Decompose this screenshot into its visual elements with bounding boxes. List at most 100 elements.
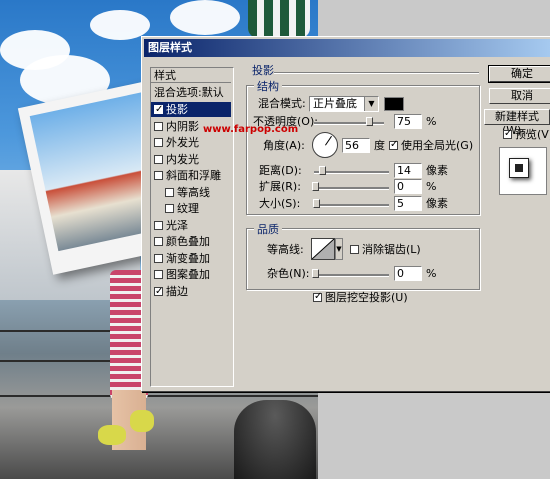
shoe xyxy=(98,425,126,445)
noise-label: 杂色(N): xyxy=(267,267,310,280)
opacity-slider-thumb[interactable] xyxy=(366,117,373,126)
umbrella xyxy=(248,0,310,38)
quality-group-title: 品质 xyxy=(254,221,282,237)
spread-label: 扩展(R): xyxy=(259,180,301,193)
spread-input[interactable]: 0 xyxy=(394,179,422,194)
spread-unit: % xyxy=(426,180,437,193)
contour-label: 等高线: xyxy=(267,243,304,256)
shoe xyxy=(130,410,154,432)
style-item[interactable]: 投影 xyxy=(151,102,231,117)
rail xyxy=(0,395,320,397)
anti-alias-checkbox[interactable]: 消除锯齿(L) xyxy=(350,243,421,257)
styles-header[interactable]: 样式 xyxy=(151,68,231,83)
size-input[interactable]: 5 xyxy=(394,196,422,211)
contour-preview[interactable] xyxy=(311,238,335,260)
new-style-button[interactable]: 新建样式(W)... xyxy=(484,109,550,137)
style-item-checkbox[interactable] xyxy=(154,253,163,263)
knockout-check-icon xyxy=(313,290,322,304)
style-item-label: 纹理 xyxy=(177,202,199,215)
angle-dial[interactable] xyxy=(312,132,338,158)
distance-input[interactable]: 14 xyxy=(394,163,422,178)
blend-mode-value: 正片叠底 xyxy=(313,97,357,110)
style-item-label: 外发光 xyxy=(166,136,199,149)
style-item-checkbox[interactable] xyxy=(154,138,163,147)
spread-slider-thumb[interactable] xyxy=(312,182,319,191)
shadow-color-swatch[interactable] xyxy=(384,97,404,111)
ok-button[interactable]: 确定 xyxy=(488,65,550,83)
style-item[interactable]: 颜色叠加 xyxy=(151,234,231,249)
style-item-checkbox[interactable] xyxy=(154,270,163,279)
cloud xyxy=(170,0,240,35)
cancel-button[interactable]: 取消 xyxy=(489,88,550,104)
style-item-label: 颜色叠加 xyxy=(166,235,210,248)
bollard xyxy=(234,400,316,479)
style-item[interactable]: 渐变叠加 xyxy=(151,251,231,266)
size-slider-thumb[interactable] xyxy=(313,199,320,208)
style-item[interactable]: 内发光 xyxy=(151,152,231,167)
style-item-checkbox[interactable] xyxy=(154,284,163,299)
knockout-checkbox[interactable]: 图层挖空投影(U) xyxy=(313,290,408,305)
style-item-label: 图案叠加 xyxy=(166,268,210,281)
size-label: 大小(S): xyxy=(259,197,301,210)
drop-shadow-section-title: 投影 xyxy=(252,64,274,77)
contour-curve-icon xyxy=(312,239,334,259)
blend-options-item[interactable]: 混合选项:默认 xyxy=(151,85,231,100)
angle-label: 角度(A): xyxy=(263,139,305,152)
style-item-label: 斜面和浮雕 xyxy=(166,169,221,182)
preview-label: 预览(V) xyxy=(515,128,550,141)
global-light-check-icon xyxy=(389,138,398,152)
style-item-label: 内发光 xyxy=(166,152,199,166)
style-item-checkbox[interactable] xyxy=(154,154,163,164)
style-item-label: 渐变叠加 xyxy=(166,251,210,265)
anti-alias-label: 消除锯齿(L) xyxy=(362,243,421,256)
opacity-slider[interactable] xyxy=(314,122,384,125)
style-item-label: 等高线 xyxy=(177,185,210,199)
anti-alias-check-icon xyxy=(350,245,359,254)
dialog-title[interactable]: 图层样式 xyxy=(144,39,550,57)
style-item[interactable]: 斜面和浮雕 xyxy=(151,168,231,183)
style-item-label: 光泽 xyxy=(166,218,188,232)
style-item-checkbox[interactable] xyxy=(154,171,163,180)
style-item[interactable]: 外发光 xyxy=(151,135,231,150)
structure-group-title: 结构 xyxy=(254,78,282,94)
blend-mode-label: 混合模式: xyxy=(258,97,306,110)
style-item-checkbox[interactable] xyxy=(154,121,163,131)
noise-slider[interactable] xyxy=(314,274,389,277)
preview-check-icon xyxy=(503,127,512,141)
style-item[interactable]: 光泽 xyxy=(151,218,231,233)
style-item-label: 内阴影 xyxy=(166,119,199,133)
opacity-input[interactable]: 75 xyxy=(394,114,422,129)
contour-dropdown-chevron-icon[interactable]: ▼ xyxy=(335,238,343,260)
style-item-checkbox[interactable] xyxy=(154,102,163,117)
style-preview-thumbnail xyxy=(499,147,547,195)
global-light-checkbox[interactable]: 使用全局光(G) xyxy=(389,138,474,153)
style-item-checkbox[interactable] xyxy=(165,204,174,213)
noise-unit: % xyxy=(426,267,437,280)
angle-input[interactable]: 56 xyxy=(342,138,370,153)
style-item-label: 描边 xyxy=(166,284,188,298)
watermark: www.farpop.com xyxy=(203,124,299,135)
global-light-label: 使用全局光(G) xyxy=(401,139,474,152)
distance-label: 距离(D): xyxy=(259,164,302,177)
preview-checkbox[interactable]: 预览(V) xyxy=(503,127,550,142)
style-item-checkbox[interactable] xyxy=(154,237,163,246)
spread-slider[interactable] xyxy=(314,187,389,190)
style-item-checkbox[interactable] xyxy=(154,220,163,230)
style-item[interactable]: 等高线 xyxy=(151,185,231,200)
knockout-label: 图层挖空投影(U) xyxy=(325,291,408,304)
style-item[interactable]: 描边 xyxy=(151,284,231,299)
size-unit: 像素 xyxy=(426,197,448,210)
style-item-label: 投影 xyxy=(166,103,188,116)
size-slider[interactable] xyxy=(314,204,389,207)
blend-mode-select[interactable]: 正片叠底 ▼ xyxy=(309,96,379,112)
style-item[interactable]: 图案叠加 xyxy=(151,267,231,282)
angle-unit: 度 xyxy=(374,139,385,152)
styles-list: 样式 混合选项:默认 投影内阴影外发光内发光斜面和浮雕等高线纹理光泽颜色叠加渐变… xyxy=(150,67,234,387)
chevron-down-icon: ▼ xyxy=(364,97,378,111)
style-item-checkbox[interactable] xyxy=(165,187,174,197)
noise-input[interactable]: 0 xyxy=(394,266,422,281)
opacity-unit: % xyxy=(426,115,437,128)
style-item[interactable]: 纹理 xyxy=(151,201,231,216)
distance-slider-thumb[interactable] xyxy=(319,166,326,175)
noise-slider-thumb[interactable] xyxy=(312,269,319,278)
